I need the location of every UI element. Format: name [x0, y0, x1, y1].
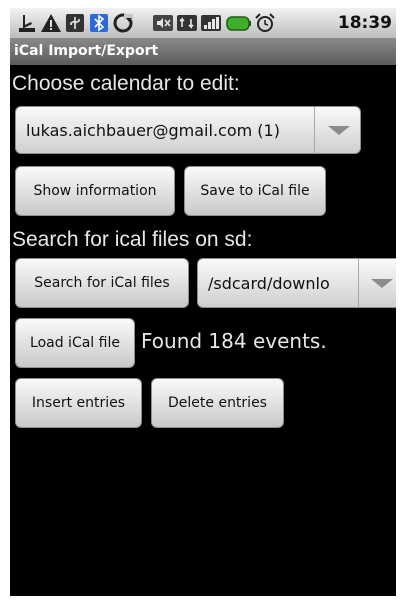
choose-calendar-label: Choose calendar to edit: [12, 72, 240, 95]
load-ical-button[interactable]: Load iCal file [15, 318, 135, 368]
usb-debug-icon [19, 15, 35, 32]
selected-path: /sdcard/downlo [208, 273, 330, 293]
app-title: iCal Import/Export [14, 43, 159, 59]
insert-entries-button[interactable]: Insert entries [15, 378, 142, 428]
battery-icon [226, 16, 251, 31]
calendar-dropdown-toggle[interactable] [314, 107, 360, 153]
warning-icon [41, 14, 61, 32]
save-ical-button[interactable]: Save to iCal file [184, 166, 326, 216]
phone-screen: 18:39 iCal Import/Export Choose calendar… [10, 8, 396, 596]
sync-icon [113, 13, 133, 33]
chevron-down-icon [371, 279, 393, 288]
data-icon [177, 15, 197, 31]
delete-entries-button[interactable]: Delete entries [151, 378, 284, 428]
path-dropdown-toggle[interactable] [358, 259, 396, 307]
calendar-select[interactable]: lukas.aichbauer@gmail.com (1) [15, 106, 361, 154]
file-path-select[interactable]: /sdcard/downlo [197, 258, 396, 308]
selected-calendar: lukas.aichbauer@gmail.com (1) [26, 120, 280, 140]
mute-icon [153, 15, 173, 31]
signal-icon [201, 15, 221, 31]
search-ical-files-button[interactable]: Search for iCal files [15, 258, 189, 308]
found-events-text: Found 184 events. [141, 329, 327, 353]
bluetooth-icon [90, 14, 108, 32]
show-information-button[interactable]: Show information [15, 166, 175, 216]
title-bar: iCal Import/Export [10, 38, 396, 65]
chevron-down-icon [328, 126, 350, 135]
clock-time: 18:39 [337, 13, 392, 33]
alarm-icon [255, 13, 275, 32]
search-files-label: Search for ical files on sd: [12, 228, 253, 251]
usb-icon [66, 14, 84, 32]
status-bar: 18:39 [10, 8, 396, 38]
